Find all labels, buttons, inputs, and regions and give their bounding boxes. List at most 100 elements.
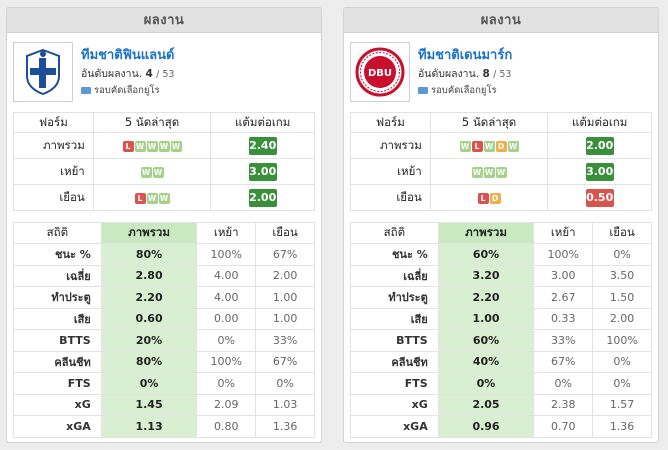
result-badge[interactable]: W [495,166,507,178]
stat-label: xG [350,393,439,416]
result-badge[interactable]: W [158,192,170,204]
form-col-header: ฟอร์ม [13,112,94,133]
stat-home: 3.00 [533,264,594,287]
result-badge[interactable]: W [507,140,519,152]
rank-label: อันดับผลงาน. [418,68,480,80]
overall-col-header[interactable]: ภาพรวม [100,222,198,244]
stat-label: xGA [350,415,439,438]
finland-crest-icon[interactable] [13,42,73,102]
form-table: ฟอร์ม 5 นัดล่าสุด แต้มต่อเกม ภาพรวม WLWD… [350,112,652,211]
result-badge[interactable]: W [170,140,182,152]
stat-label: xGA [13,415,102,438]
form-header-row: ฟอร์ม 5 นัดล่าสุด แต้มต่อเกม [13,112,315,133]
stats-row: เฉลี่ย 2.80 4.00 2.00 [13,264,315,287]
stats-row: ชนะ % 80% 100% 67% [13,243,315,266]
ppg-value: 2.00 [248,188,277,207]
result-badge[interactable]: D [495,140,507,152]
stats-col-header: สถิติ [13,222,102,244]
stat-home: 67% [533,350,594,373]
stat-label: BTTS [350,329,439,352]
home-col-header[interactable]: เหย้า [196,222,257,244]
form-row: ภาพรวม LWWWW 2.40 [13,132,315,159]
form-row: เยือน LWW 2.00 [13,184,315,211]
home-col-header[interactable]: เหย้า [533,222,594,244]
result-badge[interactable]: W [152,166,164,178]
stats-row: คลีนชีท 80% 100% 67% [13,350,315,373]
team-name-link[interactable]: ทีมชาติฟินแลนด์ [81,44,174,65]
stat-home: 33% [533,329,594,352]
stat-away: 0% [255,372,315,395]
form-header-row: ฟอร์ม 5 นัดล่าสุด แต้มต่อเกม [350,112,652,133]
stats-row: xGA 1.13 0.80 1.36 [13,415,315,438]
result-badges: WLWDW [429,132,549,159]
ppg-cell: 2.00 [547,132,652,159]
form-row: เหย้า WWW 3.00 [350,158,652,185]
ppg-col-header: แต้มต่อเกม [547,112,652,133]
stat-away: 0% [592,350,652,373]
result-badge[interactable]: W [134,140,146,152]
stat-home: 0% [533,372,594,395]
result-badge[interactable]: W [158,140,170,152]
result-badge[interactable]: W [146,192,158,204]
result-badge[interactable]: L [477,192,489,204]
competition[interactable]: รอบคัดเลือกยูโร [81,83,160,98]
stat-away: 67% [255,350,315,373]
stat-label: ชนะ % [13,243,102,266]
stat-label: เฉลี่ย [350,264,439,287]
result-badge[interactable]: W [483,140,495,152]
stats-row: เสีย 1.00 0.33 2.00 [350,307,652,330]
stat-overall: 80% [100,350,198,373]
rank-value: 4 [145,68,153,80]
stat-overall: 1.45 [100,393,198,416]
crest-text: DBU [368,68,392,79]
result-badge[interactable]: L [471,140,483,152]
competition-label: รอบคัดเลือกยูโร [94,85,160,96]
stat-away: 2.00 [255,264,315,287]
result-badge[interactable]: D [489,192,501,204]
result-badge[interactable]: W [483,166,495,178]
result-badge[interactable]: L [122,140,134,152]
stats-table: สถิติ ภาพรวม เหย้า เยือน ชนะ % 60% 100% 0% … [350,222,652,438]
form-row-label: เหย้า [13,158,94,185]
stat-overall: 3.20 [437,264,535,287]
away-col-header[interactable]: เยือน [255,222,315,244]
rank-label: อันดับผลงาน. [81,68,143,80]
stats-row: BTTS 20% 0% 33% [13,329,315,352]
stat-label: FTS [350,372,439,395]
form-col-header: ฟอร์ม [350,112,431,133]
result-badges: LD [429,184,549,211]
denmark-crest-icon[interactable]: DBU [350,42,410,102]
ppg-value: 2.40 [248,136,277,155]
result-badge[interactable]: L [134,192,146,204]
stat-overall: 1.13 [100,415,198,438]
result-badge[interactable]: W [471,166,483,178]
stat-overall: 2.80 [100,264,198,287]
stat-label: คลีนชีท [350,350,439,373]
stat-overall: 2.20 [100,286,198,309]
stats-header-row: สถิติ ภาพรวม เหย้า เยือน [13,222,315,244]
rank-value: 8 [482,68,490,80]
result-badge[interactable]: W [459,140,471,152]
competition-label: รอบคัดเลือกยูโร [431,85,497,96]
stat-away: 3.50 [592,264,652,287]
last5-col-header: 5 นัดล่าสุด [429,112,549,133]
stat-overall: 2.05 [437,393,535,416]
stat-label: BTTS [13,329,102,352]
result-badge[interactable]: W [140,166,152,178]
stat-home: 100% [196,243,257,266]
team-rank: อันดับผลงาน. 8 / 53 [418,65,511,82]
stat-home: 2.09 [196,393,257,416]
stats-header-row: สถิติ ภาพรวม เหย้า เยือน [350,222,652,244]
result-badges: WW [92,158,212,185]
stat-home: 0.33 [533,307,594,330]
overall-col-header[interactable]: ภาพรวม [437,222,535,244]
team-form-panel-finland: ผลงาน ทีมชาติฟินแลนด์ อันดับผลงาน. 4 / 5… [6,7,322,443]
away-col-header[interactable]: เยือน [592,222,652,244]
team-name-link[interactable]: ทีมชาติเดนมาร์ก [418,44,512,65]
rank-total: / 53 [156,69,175,80]
competition[interactable]: รอบคัดเลือกยูโร [418,83,497,98]
result-badge[interactable]: W [146,140,158,152]
stat-away: 67% [255,243,315,266]
ppg-cell: 2.00 [210,184,315,211]
stat-overall: 0% [100,372,198,395]
